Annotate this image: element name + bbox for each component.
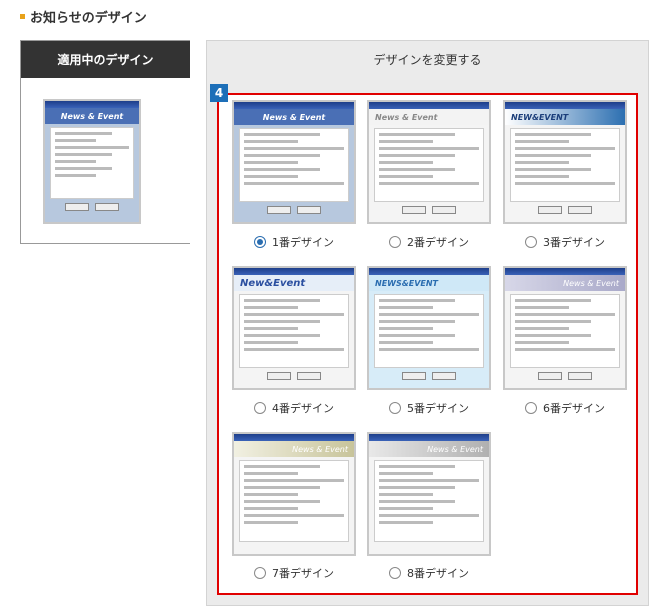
design-7-thumbnail[interactable]: News & Event bbox=[232, 432, 356, 556]
design-2-thumbnail[interactable]: News & Event bbox=[367, 100, 491, 224]
design-5-option[interactable]: 5番デザイン bbox=[389, 400, 469, 416]
design-5-radio[interactable] bbox=[389, 402, 401, 414]
design-1-option[interactable]: 1番デザイン bbox=[254, 234, 334, 250]
design-4-thumbnail[interactable]: New&Event bbox=[232, 266, 356, 390]
design-7-radio[interactable] bbox=[254, 567, 266, 579]
design-4-radio[interactable] bbox=[254, 402, 266, 414]
step-number-badge: 4 bbox=[210, 84, 228, 102]
design-2-option[interactable]: 2番デザイン bbox=[389, 234, 469, 250]
design-6-option[interactable]: 6番デザイン bbox=[525, 400, 605, 416]
design-3-option[interactable]: 3番デザイン bbox=[525, 234, 605, 250]
design-4-option[interactable]: 4番デザイン bbox=[254, 400, 334, 416]
design-5-thumbnail[interactable]: NEWS&EVENT bbox=[367, 266, 491, 390]
current-design-title: 適用中のデザイン bbox=[21, 41, 190, 78]
design-6-radio[interactable] bbox=[525, 402, 537, 414]
design-8-radio[interactable] bbox=[389, 567, 401, 579]
design-3-thumbnail[interactable]: NEW&EVENT bbox=[503, 100, 627, 224]
design-6-thumbnail[interactable]: News & Event bbox=[503, 266, 627, 390]
design-1-radio[interactable] bbox=[254, 236, 266, 248]
design-2-radio[interactable] bbox=[389, 236, 401, 248]
design-1-thumbnail[interactable]: News & Event bbox=[232, 100, 356, 224]
section-title: お知らせのデザイン bbox=[20, 6, 147, 26]
current-design-thumbnail: News & Event bbox=[43, 99, 141, 224]
design-3-radio[interactable] bbox=[525, 236, 537, 248]
design-8-thumbnail[interactable]: News & Event bbox=[367, 432, 491, 556]
design-7-option[interactable]: 7番デザイン bbox=[254, 565, 334, 581]
change-design-title: デザインを変更する bbox=[373, 53, 482, 67]
bullet-square-icon bbox=[20, 13, 25, 19]
section-title-text: お知らせのデザイン bbox=[30, 10, 147, 26]
design-8-option[interactable]: 8番デザイン bbox=[389, 565, 469, 581]
